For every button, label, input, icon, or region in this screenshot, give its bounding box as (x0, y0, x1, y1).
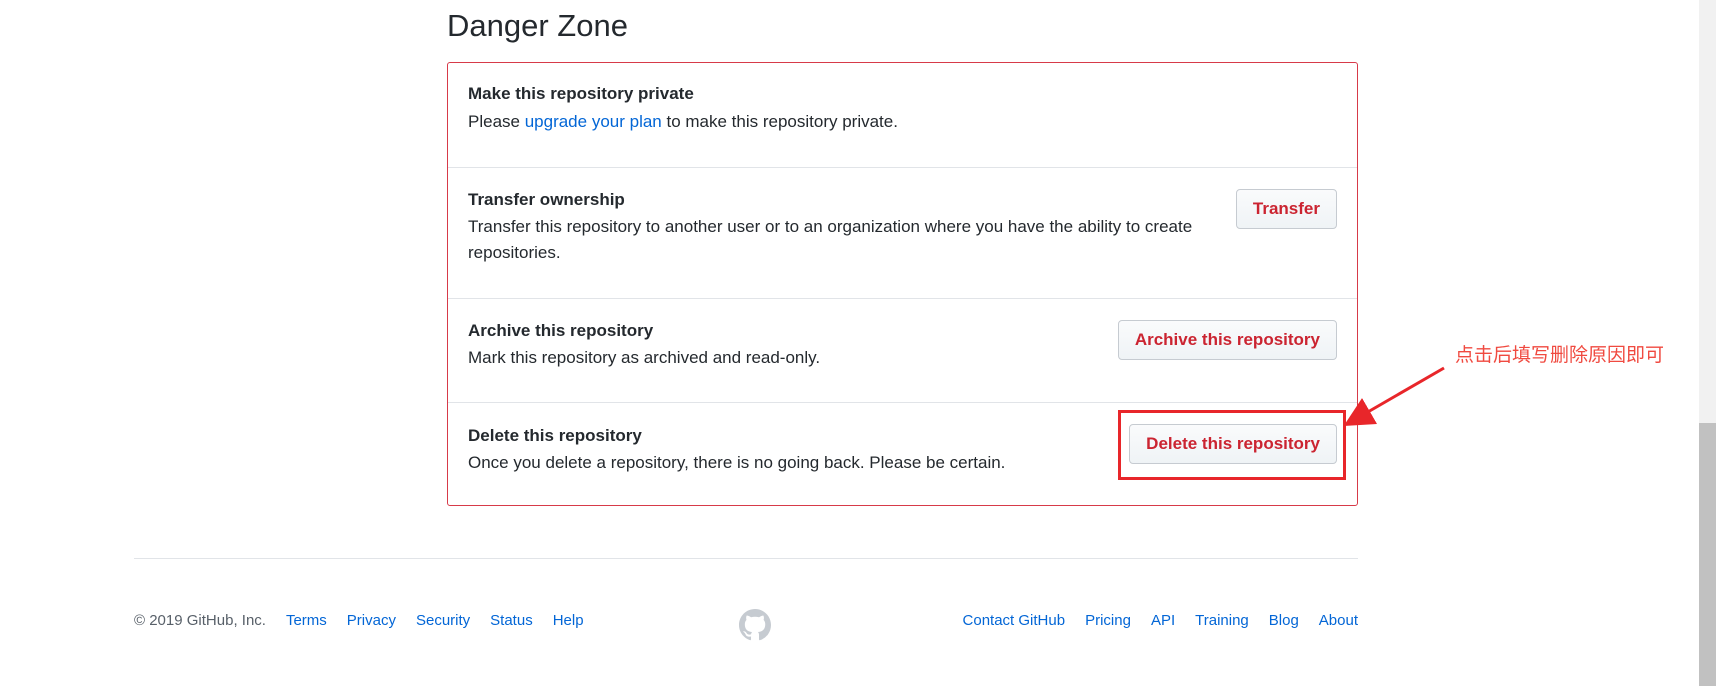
dz-item-desc: Transfer this repository to another user… (468, 217, 1193, 262)
dz-item-archive: Archive this repository Mark this reposi… (448, 298, 1357, 402)
dz-item-title: Transfer ownership (468, 190, 625, 209)
danger-zone-heading: Danger Zone (447, 8, 628, 43)
dz-item-desc: Once you delete a repository, there is n… (468, 453, 1006, 472)
footer-link-blog[interactable]: Blog (1269, 612, 1299, 629)
danger-zone-box: Make this repository private Please upgr… (447, 62, 1358, 506)
footer-link-contact-github[interactable]: Contact GitHub (963, 612, 1066, 629)
archive-repository-button[interactable]: Archive this repository (1117, 320, 1337, 360)
transfer-button[interactable]: Transfer (1235, 189, 1337, 229)
dz-item-title: Archive this repository (468, 321, 654, 340)
dz-item-make-private: Make this repository private Please upgr… (448, 63, 1357, 167)
footer-link-training[interactable]: Training (1195, 612, 1249, 629)
upgrade-plan-link[interactable]: upgrade your plan (525, 112, 662, 131)
dz-item-delete: Delete this repository Once you delete a… (448, 402, 1357, 506)
dz-desc-text: to make this repository private. (661, 112, 898, 131)
footer-right: Contact GitHub Pricing API Training Blog… (963, 612, 1358, 629)
github-octocat-icon[interactable] (739, 609, 771, 641)
footer-link-pricing[interactable]: Pricing (1085, 612, 1131, 629)
footer-link-help[interactable]: Help (553, 612, 584, 629)
footer-copyright: © 2019 GitHub, Inc. (134, 612, 266, 629)
delete-repository-button[interactable]: Delete this repository (1129, 424, 1337, 464)
footer-divider (134, 558, 1358, 559)
dz-item-desc: Please upgrade your plan to make this re… (468, 109, 898, 135)
scrollbar-thumb[interactable] (1699, 423, 1716, 686)
footer-link-security[interactable]: Security (416, 612, 470, 629)
footer-link-about[interactable]: About (1319, 612, 1358, 629)
dz-item-transfer: Transfer ownership Transfer this reposit… (448, 167, 1357, 298)
dz-desc-text: Please (468, 112, 525, 131)
annotation-text: 点击后填写删除原因即可 (1455, 344, 1665, 366)
footer-left: © 2019 GitHub, Inc. Terms Privacy Securi… (134, 612, 584, 629)
dz-item-title: Make this repository private (468, 84, 694, 103)
footer-link-api[interactable]: API (1151, 612, 1175, 629)
dz-item-title: Delete this repository (468, 426, 642, 445)
footer-link-status[interactable]: Status (490, 612, 533, 629)
footer-link-privacy[interactable]: Privacy (347, 612, 396, 629)
dz-item-desc: Mark this repository as archived and rea… (468, 348, 821, 367)
annotation-arrow-icon (1343, 366, 1445, 427)
footer-link-terms[interactable]: Terms (286, 612, 327, 629)
